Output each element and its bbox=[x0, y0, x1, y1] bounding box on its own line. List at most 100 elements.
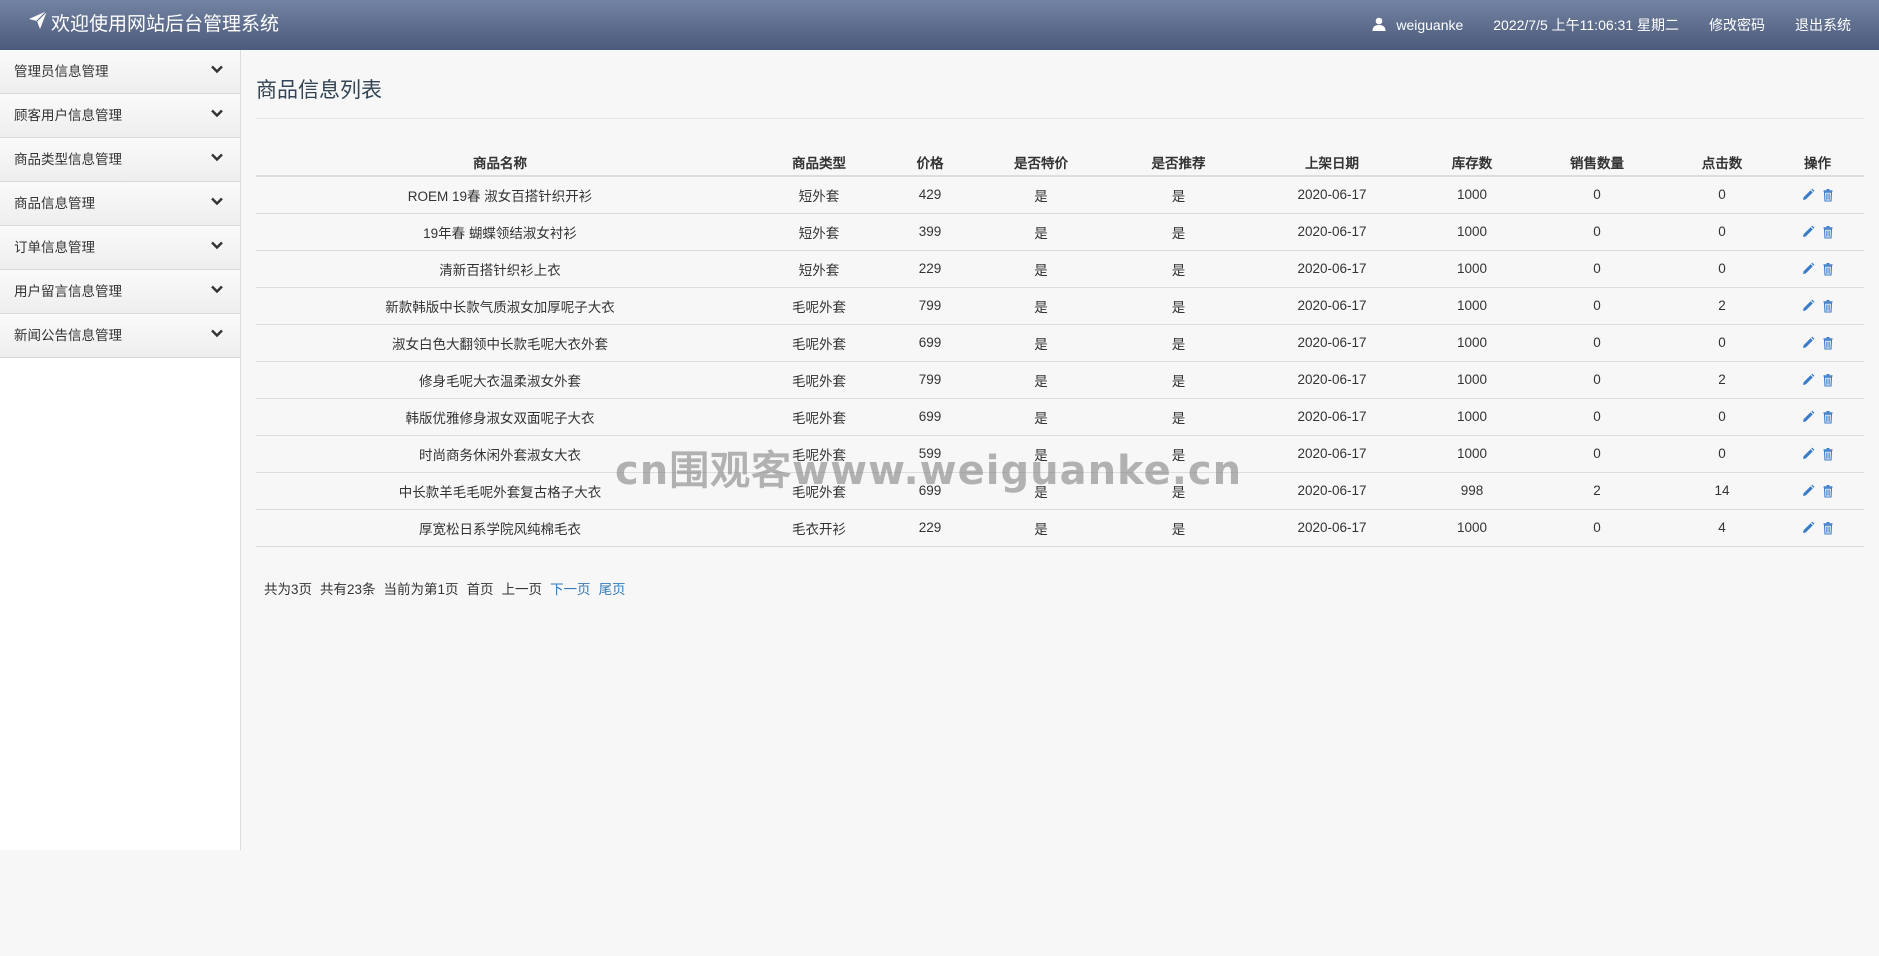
table-cell: 2020-06-17 bbox=[1241, 250, 1423, 288]
column-header: 库存数 bbox=[1423, 149, 1521, 177]
pencil-icon[interactable] bbox=[1801, 225, 1815, 239]
table-cell: 2 bbox=[1673, 287, 1771, 325]
trash-icon[interactable] bbox=[1821, 188, 1835, 203]
table-cell: 399 bbox=[894, 213, 966, 251]
table-cell: 是 bbox=[1116, 213, 1241, 251]
table-cell: 2 bbox=[1673, 361, 1771, 399]
pager-prev: 上一页 bbox=[501, 581, 543, 597]
change-password-link[interactable]: 修改密码 bbox=[1709, 15, 1765, 35]
row-actions bbox=[1771, 361, 1864, 399]
trash-icon[interactable] bbox=[1821, 299, 1835, 313]
chevron-down-icon bbox=[210, 270, 224, 314]
table-header-row: 商品名称 商品类型 价格 是否特价 是否推荐 上架日期 库存数 销售数量 点击数… bbox=[256, 149, 1864, 177]
sidebar-item-messages[interactable]: 用户留言信息管理 bbox=[0, 270, 240, 314]
sidebar-item-products[interactable]: 商品信息管理 bbox=[0, 182, 240, 226]
trash-icon[interactable] bbox=[1821, 262, 1835, 276]
table-cell: 998 bbox=[1423, 472, 1521, 510]
sidebar-item-admin[interactable]: 管理员信息管理 bbox=[0, 50, 240, 94]
table-cell: 2 bbox=[1521, 472, 1673, 510]
pencil-icon[interactable] bbox=[1801, 447, 1815, 461]
row-actions bbox=[1771, 176, 1864, 214]
table-cell: 0 bbox=[1673, 176, 1771, 214]
sidebar-item-news[interactable]: 新闻公告信息管理 bbox=[0, 314, 240, 358]
column-header: 是否特价 bbox=[966, 149, 1116, 177]
table-cell: 0 bbox=[1673, 213, 1771, 251]
trash-icon[interactable] bbox=[1821, 521, 1835, 535]
pencil-icon[interactable] bbox=[1801, 299, 1815, 313]
pencil-icon[interactable] bbox=[1801, 188, 1815, 202]
sidebar-item-label: 商品信息管理 bbox=[14, 195, 95, 211]
table-cell: 清新百搭针织衫上衣 bbox=[256, 250, 744, 288]
pager-total-items: 共有23条 bbox=[320, 581, 376, 597]
trash-icon[interactable] bbox=[1821, 225, 1835, 239]
table-cell: 是 bbox=[966, 324, 1116, 362]
table-cell: 4 bbox=[1673, 509, 1771, 547]
pager-next-link[interactable]: 下一页 bbox=[550, 578, 591, 598]
page-title: 商品信息列表 bbox=[256, 79, 382, 102]
sidebar-item-product-types[interactable]: 商品类型信息管理 bbox=[0, 138, 240, 182]
pencil-icon[interactable] bbox=[1801, 484, 1815, 498]
table-cell: 2020-06-17 bbox=[1241, 509, 1423, 547]
chevron-down-icon bbox=[210, 226, 224, 270]
table-cell: 毛呢外套 bbox=[744, 398, 894, 436]
table-cell: 毛呢外套 bbox=[744, 435, 894, 473]
table-cell: 是 bbox=[1116, 176, 1241, 214]
pencil-icon[interactable] bbox=[1801, 262, 1815, 276]
table-cell: 2020-06-17 bbox=[1241, 398, 1423, 436]
table-cell: 0 bbox=[1521, 509, 1673, 547]
logout-link[interactable]: 退出系统 bbox=[1795, 15, 1851, 35]
table-cell: 是 bbox=[1116, 435, 1241, 473]
table-cell: 1000 bbox=[1423, 213, 1521, 251]
column-header: 销售数量 bbox=[1521, 149, 1673, 177]
table-cell: 599 bbox=[894, 435, 966, 473]
app-title: 欢迎使用网站后台管理系统 bbox=[51, 14, 280, 35]
trash-icon[interactable] bbox=[1821, 484, 1835, 498]
table-cell: 0 bbox=[1521, 213, 1673, 251]
product-table: 商品名称 商品类型 价格 是否特价 是否推荐 上架日期 库存数 销售数量 点击数… bbox=[256, 149, 1864, 547]
pencil-icon[interactable] bbox=[1801, 410, 1815, 424]
table-row: 新款韩版中长款气质淑女加厚呢子大衣 毛呢外套 799 是是 2020-06-17 1000… bbox=[256, 287, 1864, 325]
table-cell: 799 bbox=[894, 361, 966, 399]
pager-total-pages: 共为3页 bbox=[264, 581, 313, 597]
chevron-down-icon bbox=[210, 314, 224, 358]
row-actions bbox=[1771, 435, 1864, 473]
table-cell: 1000 bbox=[1423, 361, 1521, 399]
table-row: 19年春 蝴蝶领结淑女衬衫 短外套 399 是是 2020-06-17 1000 0 0 bbox=[256, 213, 1864, 251]
trash-icon[interactable] bbox=[1821, 447, 1835, 461]
table-cell: 0 bbox=[1521, 250, 1673, 288]
column-header: 点击数 bbox=[1673, 149, 1771, 177]
table-cell: 2020-06-17 bbox=[1241, 287, 1423, 325]
trash-icon[interactable] bbox=[1821, 410, 1835, 424]
row-actions bbox=[1771, 509, 1864, 547]
sidebar-item-customers[interactable]: 顾客用户信息管理 bbox=[0, 94, 240, 138]
trash-icon[interactable] bbox=[1821, 336, 1835, 350]
table-cell: 毛呢外套 bbox=[744, 472, 894, 510]
table-cell: 是 bbox=[966, 250, 1116, 288]
table-cell: 新款韩版中长款气质淑女加厚呢子大衣 bbox=[256, 287, 744, 325]
pencil-icon[interactable] bbox=[1801, 373, 1815, 387]
pencil-icon[interactable] bbox=[1801, 336, 1815, 350]
pencil-icon[interactable] bbox=[1801, 521, 1815, 535]
table-cell: 是 bbox=[966, 287, 1116, 325]
send-icon bbox=[28, 0, 48, 50]
table-cell: 毛呢外套 bbox=[744, 361, 894, 399]
pager-current-page: 当前为第1页 bbox=[383, 581, 459, 597]
sidebar-item-label: 订单信息管理 bbox=[14, 239, 95, 255]
table-cell: 是 bbox=[1116, 509, 1241, 547]
column-header: 操作 bbox=[1771, 149, 1864, 177]
sidebar-item-orders[interactable]: 订单信息管理 bbox=[0, 226, 240, 270]
table-cell: 0 bbox=[1673, 398, 1771, 436]
brand: 欢迎使用网站后台管理系统 bbox=[28, 0, 279, 50]
table-cell: 时尚商务休闲外套淑女大衣 bbox=[256, 435, 744, 473]
table-cell: 淑女白色大翻领中长款毛呢大衣外套 bbox=[256, 324, 744, 362]
column-header: 价格 bbox=[894, 149, 966, 177]
trash-icon[interactable] bbox=[1821, 373, 1835, 387]
table-cell: 1000 bbox=[1423, 509, 1521, 547]
table-cell: 短外套 bbox=[744, 176, 894, 214]
pager-last-link[interactable]: 尾页 bbox=[599, 578, 626, 598]
table-cell: 0 bbox=[1521, 324, 1673, 362]
table-cell: 2020-06-17 bbox=[1241, 472, 1423, 510]
row-actions bbox=[1771, 324, 1864, 362]
username: weiguanke bbox=[1396, 17, 1464, 33]
table-cell: 2020-06-17 bbox=[1241, 213, 1423, 251]
